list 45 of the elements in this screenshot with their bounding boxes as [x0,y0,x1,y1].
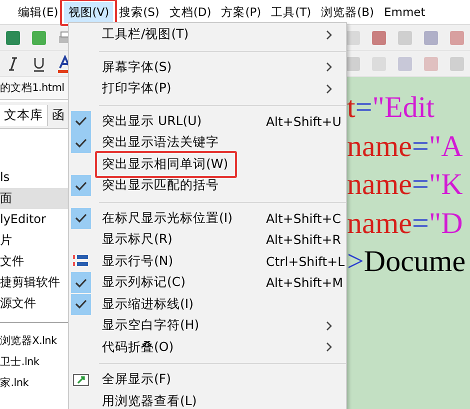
menu-item[interactable]: 显示行号(N) Ctrl+Shift+L [69,250,346,272]
shortcut-list-item[interactable]: 卫士.lnk [0,352,70,373]
check-icon [75,278,87,288]
code-line: name="D [346,206,464,242]
menu-item[interactable]: 突出显示语法关键字 [69,132,346,154]
menu-item[interactable]: 显示列标记(C) Alt+Shift+M [69,272,346,294]
check-icon [75,299,87,310]
menu-item[interactable]: 打印字体(P) [69,78,346,100]
check-icon [75,116,87,126]
menu-bar-item[interactable]: 工具(T) [267,2,316,22]
file-tab[interactable]: 的文档1.html [0,77,70,100]
file-list-item[interactable]: 捷剪辑软件 [0,272,70,293]
menu-item[interactable]: 突出显示 URL(U) Alt+Shift+U [69,110,346,132]
menu-item[interactable]: 屏幕字体(S) [69,56,346,78]
file-list-item[interactable]: ls [0,167,70,188]
file-list-item[interactable]: 片 [0,230,70,251]
menu-item[interactable]: 显示空白字符(H) [69,315,346,336]
file-list-item[interactable]: 面 [0,188,70,209]
code-line: name="K [346,167,464,203]
menu-item[interactable]: 代码折叠(O) [69,336,346,358]
menu-item[interactable]: 显示标尺(R) Alt+Shift+R [69,229,346,250]
menu-bar-item[interactable]: 方案(P) [217,2,266,22]
panel-tab[interactable]: 文本库 [0,104,48,126]
menu-item[interactable]: 全屏显示(F) [69,369,346,390]
menu-bar-item[interactable]: 文档(D) [165,2,216,22]
menu-item[interactable]: 突出显示相同单词(W) [69,154,346,175]
file-list-item[interactable]: lyEditor [0,209,70,230]
menu-item[interactable]: 在标尺显示光标位置(I) Alt+Shift+C [69,208,346,229]
menu-bar-item[interactable]: 编辑(E) [14,2,62,22]
file-list-item[interactable]: 源文件 [0,293,70,314]
shortcut-list-item[interactable]: 家.lnk [0,373,70,394]
menu-item[interactable]: 用浏览器查看(L) [69,390,346,409]
shortcut-list-item[interactable]: 浏览器X.lnk [0,331,70,352]
code-line: t="Edit [346,90,436,126]
menu-bar-item[interactable]: Emmet [380,2,430,22]
check-icon [75,138,87,148]
menu-item[interactable]: 显示缩进标线(I) [69,294,346,315]
menu-item[interactable]: 突出显示匹配的括号 [69,175,346,196]
check-icon [75,180,87,191]
menu-bar-item[interactable]: 搜索(S) [115,2,164,22]
file-list-item[interactable]: 文件 [0,251,70,272]
menu-bar-item[interactable]: 浏览器(B) [317,2,378,22]
check-icon [75,213,87,224]
menu-item[interactable]: 工具栏/视图(T) [69,24,346,46]
code-line: name="A [346,128,464,164]
